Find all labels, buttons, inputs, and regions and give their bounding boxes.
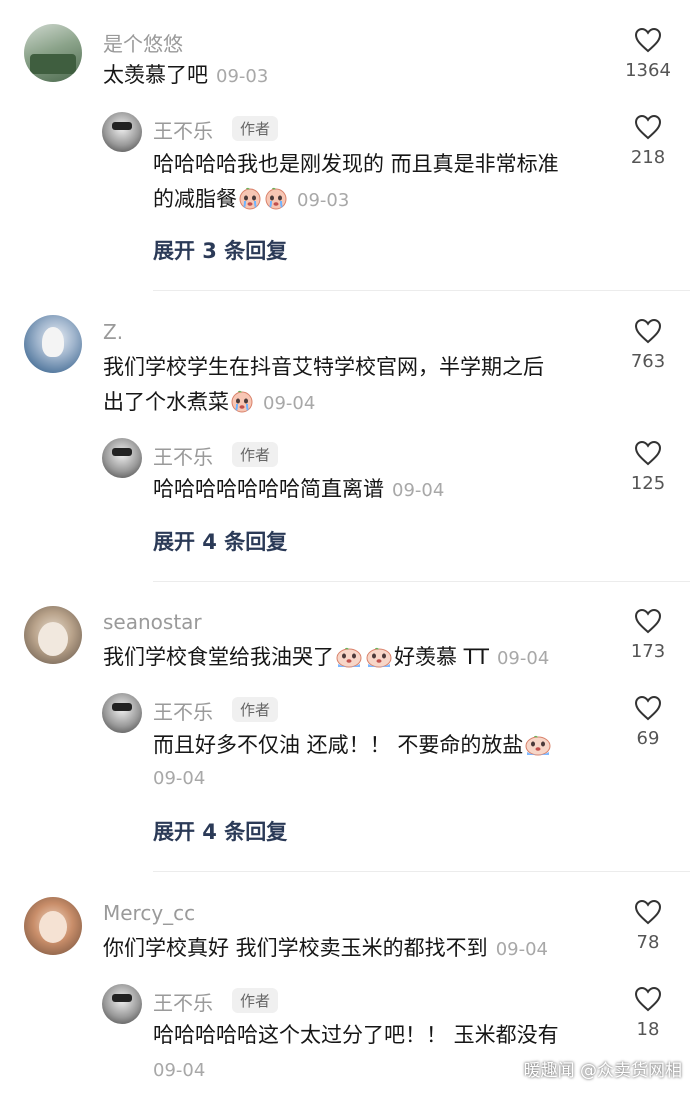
comment-text: 我们学校食堂给我油哭了 好羡慕 TT 09-04 (103, 640, 549, 676)
avatar[interactable] (102, 693, 142, 733)
avatar[interactable] (24, 606, 82, 664)
reply-username[interactable]: 王不乐 (153, 696, 213, 725)
reply-text: 而且好多不仅油 还咸！！ 不要命的放盐 (153, 728, 553, 762)
like-count: 763 (630, 351, 666, 372)
expand-replies-button[interactable]: 展开 4 条回复 (153, 526, 287, 556)
avatar[interactable] (24, 24, 82, 82)
reply-username[interactable]: 王不乐 (153, 987, 213, 1016)
heart-outline-icon[interactable] (634, 114, 662, 140)
reply-text-line2: 的减脂餐 09-03 (153, 182, 349, 218)
like-count: 18 (636, 1019, 660, 1040)
reply-username[interactable]: 王不乐 (153, 441, 213, 470)
heart-outline-icon[interactable] (634, 695, 662, 721)
heart-outline-icon[interactable] (634, 27, 662, 53)
avatar[interactable] (102, 112, 142, 152)
author-tag: 作者 (232, 988, 279, 1013)
comment-text-line2: 出了个水煮菜 09-04 (103, 385, 315, 421)
avatar[interactable] (102, 984, 142, 1024)
reply-date: 09-04 (153, 1060, 206, 1081)
crying-face-emoji (264, 186, 288, 210)
crying-face-emoji (365, 644, 393, 668)
comment-body: 你们学校真好 我们学校卖玉米的都找不到 (103, 936, 488, 960)
comment-username[interactable]: Z. (103, 320, 123, 344)
comment-text: 你们学校真好 我们学校卖玉米的都找不到 09-04 (103, 931, 548, 967)
like-count: 1364 (625, 60, 671, 81)
divider (153, 871, 690, 872)
avatar[interactable] (24, 315, 82, 373)
heart-outline-icon[interactable] (634, 440, 662, 466)
author-tag: 作者 (232, 116, 279, 141)
reply-date: 09-04 (392, 480, 445, 501)
comment-username[interactable]: seanostar (103, 610, 202, 634)
avatar[interactable] (24, 897, 82, 955)
comment-username[interactable]: Mercy_cc (103, 901, 195, 925)
reply-text: 哈哈哈哈哈这个太过分了吧！！ 玉米都没有 (153, 1023, 559, 1047)
reply-text: 哈哈哈哈哈哈哈简直离谱 09-04 (153, 472, 444, 508)
comment-body: 出了个水煮菜 (103, 390, 229, 414)
author-tag: 作者 (232, 442, 279, 467)
crying-face-emoji (335, 644, 363, 668)
reply-body: 哈哈哈哈哈哈哈简直离谱 (153, 477, 384, 501)
author-tag: 作者 (232, 697, 279, 722)
avatar[interactable] (102, 438, 142, 478)
like-count: 173 (630, 641, 666, 662)
like-count: 218 (630, 147, 666, 168)
reply-text-line1: 哈哈哈哈我也是刚发现的 而且真是非常标准 (153, 152, 559, 176)
comment-date: 09-04 (496, 648, 550, 669)
comment-body-tail: 好羡慕 TT (394, 645, 489, 669)
comment-date: 09-03 (216, 66, 269, 87)
like-count: 78 (636, 932, 660, 953)
divider (153, 290, 690, 291)
heart-outline-icon[interactable] (634, 318, 662, 344)
comment-date: 09-04 (495, 939, 548, 960)
crying-face-emoji (238, 186, 262, 210)
crying-face-emoji (524, 732, 552, 756)
reply-date: 09-03 (297, 190, 350, 211)
reply-body: 而且好多不仅油 还咸！！ 不要命的放盐 (153, 733, 524, 757)
comment-date: 09-04 (263, 393, 316, 414)
reply-body: 的减脂餐 (153, 187, 237, 211)
like-count: 125 (630, 473, 666, 494)
comment-body: 太羡慕了吧 (103, 63, 208, 87)
heart-outline-icon[interactable] (634, 608, 662, 634)
heart-outline-icon[interactable] (634, 986, 662, 1012)
watermark: 暖趣闻 @众卖货网相 (523, 1061, 682, 1081)
expand-replies-button[interactable]: 展开 3 条回复 (153, 235, 287, 265)
comment-text-line1: 我们学校学生在抖音艾特学校官网，半学期之后 (103, 355, 544, 379)
reply-date: 09-04 (153, 768, 206, 789)
comment-body: 我们学校食堂给我油哭了 (103, 645, 334, 669)
reply-username[interactable]: 王不乐 (153, 115, 213, 144)
divider (153, 581, 690, 582)
like-count: 69 (636, 728, 660, 749)
comment-username[interactable]: 是个悠悠 (103, 28, 183, 57)
crying-face-emoji (230, 389, 254, 413)
comment-text: 太羡慕了吧 09-03 (103, 58, 268, 94)
heart-outline-icon[interactable] (634, 899, 662, 925)
expand-replies-button[interactable]: 展开 4 条回复 (153, 816, 287, 846)
